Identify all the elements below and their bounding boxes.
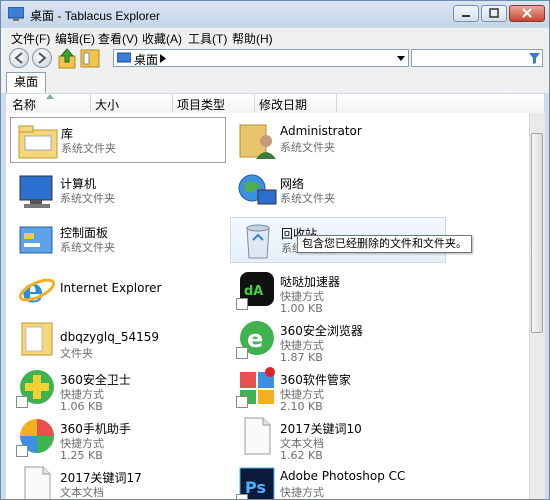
shortcut-arrow-icon [236,494,248,499]
title-bar[interactable]: 桌面 - Tablacus Explorer [1,1,549,27]
desktop-app-icon [8,7,24,21]
column-divider[interactable] [254,94,255,112]
internet-explorer-icon: e [18,271,56,310]
item-size: 1.62 KB [280,449,323,462]
search-input[interactable] [411,49,543,67]
column-divider[interactable] [172,94,173,112]
vertical-scrollbar[interactable] [529,113,545,499]
svg-text:Ps: Ps [245,478,266,497]
list-item-360-mobile-assistant[interactable]: 360手机助手 快捷方式 1.25 KB [10,413,226,462]
list-item-library[interactable]: 库 系统文件夹 [10,117,226,163]
close-button[interactable] [509,5,545,22]
column-type[interactable]: 项目类型 [177,96,225,113]
list-item-network[interactable]: 网络 系统文件夹 [230,168,446,214]
column-modified[interactable]: 修改日期 [259,96,307,113]
back-button[interactable] [9,48,29,68]
list-item-360-safe[interactable]: 360安全卫士 快捷方式 1.06 KB [10,364,226,413]
filter-icon[interactable] [529,53,540,64]
folder-tree-button[interactable] [80,48,100,69]
item-name: Administrator [280,124,362,138]
item-type: 文件夹 [60,347,93,360]
shortcut-arrow-icon [16,396,28,408]
column-header: 名称 大小 项目类型 修改日期 [6,94,544,114]
menu-tools[interactable]: 工具(T) [188,30,227,47]
item-type: 系统文件夹 [280,141,335,154]
column-name[interactable]: 名称 [12,96,36,113]
list-item-administrator[interactable]: Administrator 系统文件夹 [230,117,446,163]
item-type: 系统文件夹 [280,192,335,205]
minimize-button[interactable] [453,5,479,22]
list-item-dada-accelerator[interactable]: dA 哒哒加速器 快捷方式 1.00 KB [230,266,446,315]
file-list[interactable]: 库 系统文件夹 Administrator 系统文件夹 计算机 系统文件夹 网络… [6,113,529,499]
text-document-icon [244,417,271,455]
sort-arrow-icon [46,94,54,99]
item-name: Internet Explorer [60,281,162,295]
shortcut-arrow-icon [16,445,28,457]
network-icon [238,174,277,205]
list-item-computer[interactable]: 计算机 系统文件夹 [10,168,226,214]
item-type: 系统文件夹 [60,241,115,254]
list-item-360-browser[interactable]: e 360安全浏览器 快捷方式 1.87 KB [230,315,446,364]
item-type: 系统文件夹 [60,192,115,205]
list-item-360-software-manager[interactable]: 360软件管家 快捷方式 2.10 KB [230,364,446,413]
explorer-window: 桌面 - Tablacus Explorer 文件(F) 编辑(E) 查看(V)… [0,0,550,500]
column-divider[interactable] [90,94,91,112]
breadcrumb-arrow-icon[interactable] [160,54,166,63]
item-type: 文本文档 [60,486,104,499]
dropdown-arrow-icon[interactable] [397,56,405,61]
scrollbar-thumb[interactable] [531,133,543,333]
item-size: 1.25 KB [60,449,103,462]
maximize-icon [489,8,499,18]
item-size: 1.00 KB [280,302,323,315]
tooltip: 包含您已经删除的文件和文件夹。 [297,235,472,253]
window-title: 桌面 - Tablacus Explorer [30,9,161,23]
list-item-text-document[interactable]: 2017关键词17 文本文档 [10,462,226,499]
svg-text:e: e [247,325,263,353]
back-arrow-icon [14,52,23,64]
forward-button[interactable] [32,48,52,68]
column-divider[interactable] [336,94,337,112]
close-icon [522,8,532,18]
item-size: 2.10 KB [280,400,323,413]
menu-favorites[interactable]: 收藏(A) [142,30,182,47]
shortcut-arrow-icon [236,298,248,310]
list-item-internet-explorer[interactable]: e Internet Explorer [10,266,226,312]
menu-edit[interactable]: 编辑(E) [55,30,95,47]
item-type: 系统文件夹 [61,142,116,155]
library-folder-icon [18,125,58,159]
address-bar[interactable]: 桌面 [113,49,409,67]
menu-file[interactable]: 文件(F) [11,30,50,47]
item-size: 1.87 KB [280,351,323,364]
control-panel-icon [19,226,53,254]
text-document-icon [24,466,51,499]
recycle-bin-icon [246,224,270,259]
item-size: 1.06 KB [60,400,103,413]
desktop-small-icon [117,52,131,63]
svg-text:dA: dA [244,284,263,299]
folder-icon [21,322,53,356]
minimize-icon [462,15,470,17]
list-item-folder[interactable]: dbqzyglq_54159 文件夹 [10,315,226,361]
shortcut-arrow-icon [236,347,248,359]
column-size[interactable]: 大小 [95,96,119,113]
item-type: 快捷方式 [280,486,324,499]
item-name: dbqzyglq_54159 [60,330,159,344]
tab-strip: 桌面 [1,71,549,93]
menu-bar: 文件(F) 编辑(E) 查看(V) 收藏(A) 工具(T) 帮助(H) [1,28,549,46]
up-folder-button[interactable] [57,48,77,69]
user-folder-icon [239,124,276,159]
maximize-button[interactable] [481,5,507,22]
list-item-control-panel[interactable]: 控制面板 系统文件夹 [10,217,226,263]
toolbar: 桌面 [1,46,549,71]
address-label: 桌面 [134,53,159,67]
list-item-photoshop[interactable]: Ps Adobe Photoshop CC 快捷方式 [230,462,446,499]
menu-help[interactable]: 帮助(H) [232,30,273,47]
computer-icon [19,175,53,208]
shortcut-arrow-icon [236,396,248,408]
menu-view[interactable]: 查看(V) [98,30,138,47]
forward-arrow-icon [38,52,47,64]
tab-desktop[interactable]: 桌面 [6,72,46,93]
item-name: Adobe Photoshop CC [280,469,406,483]
list-item-text-document[interactable]: 2017关键词10 文本文档 1.62 KB [230,413,446,462]
